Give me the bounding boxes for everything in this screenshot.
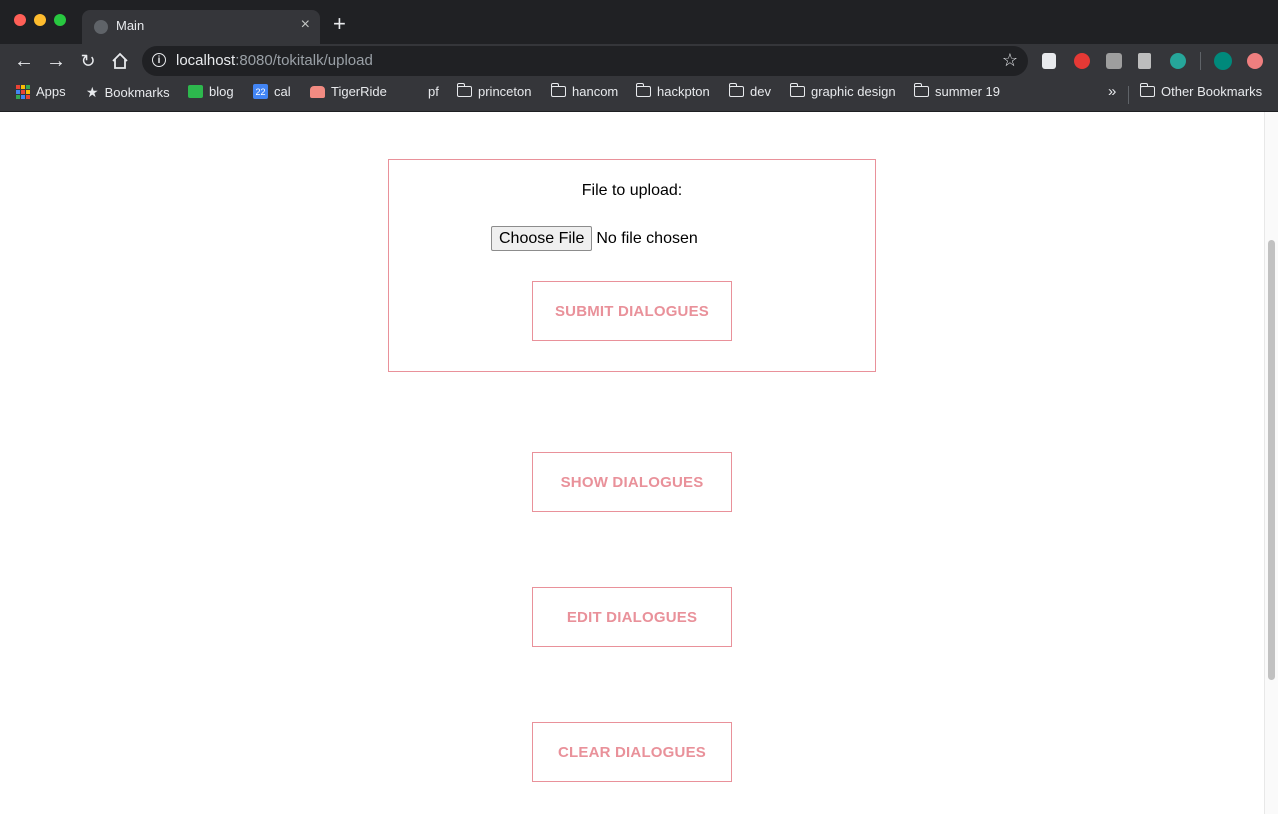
close-window-button[interactable]: [14, 14, 26, 26]
url-text: localhost:8080/tokitalk/upload: [176, 52, 373, 69]
upload-form: File to upload: Choose File No file chos…: [388, 159, 876, 372]
globe-icon: [94, 20, 108, 34]
tab-main[interactable]: Main ×: [82, 10, 320, 44]
url-host: localhost: [176, 52, 236, 69]
folder-icon: [728, 83, 744, 97]
bookmark-star-icon[interactable]: ☆: [1002, 50, 1018, 71]
folder-icon: [550, 83, 566, 97]
tab-close-icon[interactable]: ×: [301, 16, 310, 34]
url-path: :8080/tokitalk/upload: [235, 52, 373, 69]
profile-avatar[interactable]: [1214, 52, 1232, 70]
hand-extension-icon[interactable]: [1074, 53, 1090, 69]
folder-icon: [913, 83, 929, 97]
folder-icon: [456, 83, 472, 97]
minimize-window-button[interactable]: [34, 14, 46, 26]
m-extension-icon[interactable]: [1170, 53, 1186, 69]
file-status: No file chosen: [596, 229, 698, 247]
update-extension-icon[interactable]: [1247, 53, 1263, 69]
bookmark-label: graphic design: [811, 84, 896, 99]
bookmark-blog[interactable]: blog: [188, 84, 234, 99]
bookmarks-overflow-button[interactable]: »: [1108, 83, 1116, 100]
reload-icon[interactable]: ↻: [76, 49, 100, 73]
bookmark-pf[interactable]: pf: [428, 84, 439, 99]
new-tab-button[interactable]: +: [333, 13, 346, 35]
shield-extension-icon[interactable]: [1042, 53, 1056, 69]
car-icon: [310, 85, 325, 98]
info-icon[interactable]: i: [152, 53, 166, 67]
calendar-icon: 22: [253, 84, 268, 99]
bookmark-label: cal: [274, 84, 291, 99]
bookmark-folder-dev[interactable]: dev: [728, 83, 771, 99]
bookmark-apps[interactable]: Apps: [16, 84, 66, 99]
bookmark-folder-hancom[interactable]: hancom: [550, 83, 619, 99]
bookmark-label: hancom: [572, 84, 619, 99]
bookmark-label: Apps: [36, 84, 66, 99]
bookmark-cal[interactable]: 22 cal: [253, 84, 291, 99]
blog-icon: [188, 85, 203, 98]
bookmark-folder-hackpton[interactable]: hackpton: [635, 83, 710, 99]
bookmark-label: summer 19: [935, 84, 1001, 99]
page-content: File to upload: Choose File No file chos…: [0, 112, 1264, 814]
bookmark-label: Bookmarks: [104, 85, 170, 100]
maximize-window-button[interactable]: [54, 14, 66, 26]
bookmark-folder-princeton[interactable]: princeton: [456, 83, 532, 99]
bookmark-label: hackpton: [657, 84, 710, 99]
back-icon[interactable]: ←: [12, 49, 36, 73]
folder-icon: [789, 83, 805, 97]
bookmark-tigerride[interactable]: TigerRide: [310, 84, 387, 99]
bookmark-folder-other[interactable]: Other Bookmarks: [1139, 83, 1263, 99]
show-dialogues-button[interactable]: SHOW DIALOGUES: [532, 452, 732, 512]
bookmark-label: Other Bookmarks: [1161, 84, 1263, 99]
bookmark-label: princeton: [478, 84, 532, 99]
forward-icon[interactable]: →: [44, 49, 68, 73]
figure-extension-icon[interactable]: [1106, 53, 1122, 69]
browser-chrome: Main × + ← → ↻ i localhost:8080/tokitalk…: [0, 0, 1278, 112]
address-bar[interactable]: i localhost:8080/tokitalk/upload ☆: [142, 46, 1028, 76]
home-icon[interactable]: [108, 49, 132, 73]
window-controls: [14, 14, 66, 26]
toolbar: ← → ↻ i localhost:8080/tokitalk/upload ☆: [0, 44, 1278, 78]
document-extension-icon[interactable]: [1138, 53, 1151, 69]
bookmark-label: pf: [428, 84, 439, 99]
bookmarks-bar: Apps ★ Bookmarks blog 22 cal TigerRide p…: [0, 78, 1278, 112]
clear-dialogues-button[interactable]: CLEAR DIALOGUES: [532, 722, 732, 782]
page-scrollbar[interactable]: [1264, 112, 1278, 814]
tab-strip: Main × +: [0, 0, 1278, 44]
bookmarks-divider: [1128, 86, 1129, 104]
submit-dialogues-button[interactable]: SUBMIT DIALOGUES: [532, 281, 732, 341]
bookmark-label: TigerRide: [331, 84, 387, 99]
toolbar-divider: [1200, 52, 1201, 70]
bookmark-bookmarks[interactable]: ★ Bookmarks: [86, 84, 170, 101]
folder-icon: [1139, 83, 1155, 97]
edit-dialogues-button[interactable]: EDIT DIALOGUES: [532, 587, 732, 647]
choose-file-button[interactable]: Choose File: [491, 226, 593, 251]
bookmark-label: dev: [750, 84, 771, 99]
scrollbar-thumb[interactable]: [1268, 240, 1275, 680]
upload-label: File to upload:: [581, 182, 683, 199]
tab-title: Main: [116, 18, 145, 33]
star-icon: ★: [86, 84, 99, 100]
apps-grid-icon: [16, 84, 30, 99]
bookmark-folder-summer-19[interactable]: summer 19: [913, 83, 1001, 99]
bookmark-folder-graphic-design[interactable]: graphic design: [789, 83, 896, 99]
bookmark-label: blog: [209, 84, 234, 99]
file-input: Choose File No file chosen: [491, 226, 698, 251]
folder-icon: [635, 83, 651, 97]
